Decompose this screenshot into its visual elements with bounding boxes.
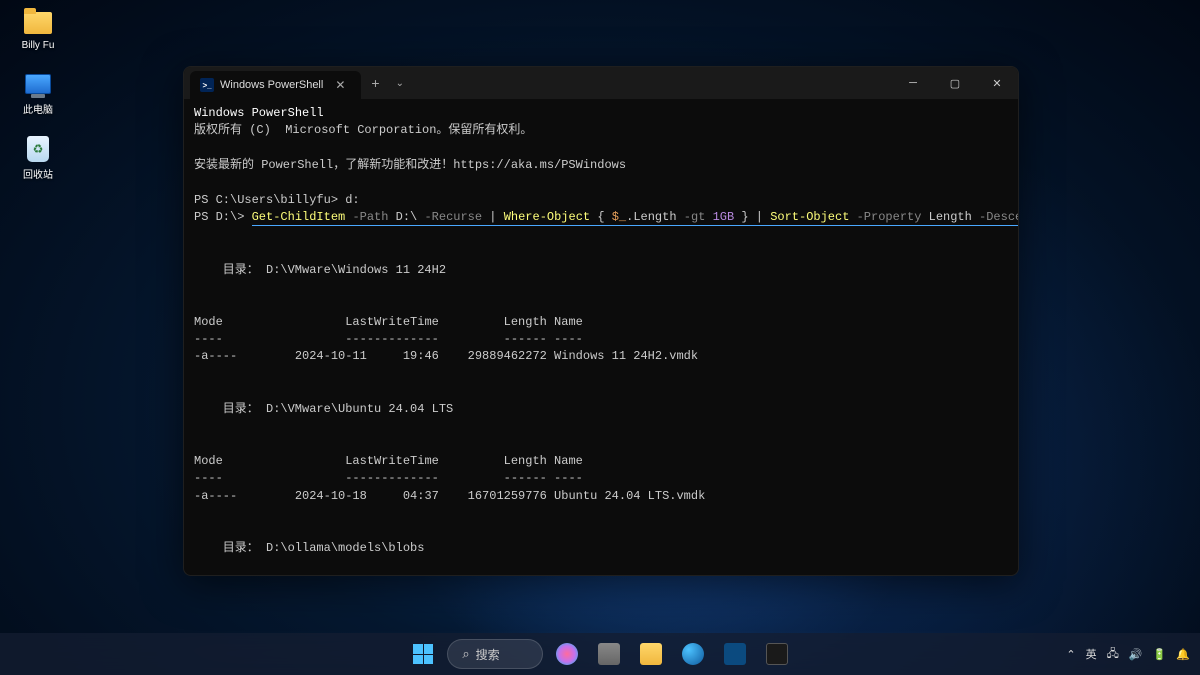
desktop-icon-folder[interactable]: Billy Fu	[8, 8, 68, 51]
task-view-button[interactable]	[591, 636, 627, 672]
desktop-icon-label: 回收站	[23, 166, 53, 181]
pc-icon	[25, 74, 51, 94]
battery-icon[interactable]: 🔋	[1153, 648, 1167, 661]
edge-button[interactable]	[675, 636, 711, 672]
network-icon[interactable]: 🖧	[1107, 645, 1119, 664]
system-tray: ⌃ 英 🖧 🔊 🔋 🔔	[1066, 645, 1190, 664]
desktop-icon-label: 此电脑	[23, 101, 53, 116]
notifications-icon[interactable]: 🔔	[1176, 648, 1190, 661]
file-explorer-button[interactable]	[633, 636, 669, 672]
minimize-button[interactable]: ─	[892, 67, 934, 99]
edge-icon	[682, 643, 704, 665]
tab-close-button[interactable]: ✕	[329, 78, 351, 92]
powershell-icon: >_	[200, 78, 214, 92]
tray-chevron[interactable]: ⌃	[1066, 648, 1075, 661]
start-button[interactable]	[405, 636, 441, 672]
task-view-icon	[598, 643, 620, 665]
ime-indicator[interactable]: 英	[1086, 646, 1097, 662]
desktop-icon-label: Billy Fu	[22, 40, 55, 51]
tab-powershell[interactable]: >_ Windows PowerShell ✕	[190, 71, 361, 99]
recycle-bin-icon	[27, 136, 49, 162]
terminal-window: >_ Windows PowerShell ✕ + ⌄ ─ ▢ ✕ Window…	[183, 66, 1019, 576]
taskbar: ⌕ 搜索 ⌃ 英 🖧 🔊 🔋 🔔	[0, 633, 1200, 675]
windows-icon	[413, 644, 433, 664]
explorer-icon	[640, 643, 662, 665]
store-button[interactable]	[717, 636, 753, 672]
terminal-icon	[766, 643, 788, 665]
copilot-button[interactable]	[549, 636, 585, 672]
desktop-icons: Billy Fu 此电脑 回收站	[8, 8, 68, 181]
tab-title: Windows PowerShell	[220, 79, 323, 91]
folder-icon	[24, 12, 52, 34]
search-icon: ⌕	[462, 646, 469, 662]
copilot-icon	[556, 643, 578, 665]
tab-dropdown-button[interactable]: ⌄	[390, 78, 410, 89]
terminal-taskbar-button[interactable]	[759, 636, 795, 672]
store-icon	[724, 643, 746, 665]
desktop-icon-recycle-bin[interactable]: 回收站	[8, 134, 68, 181]
titlebar[interactable]: >_ Windows PowerShell ✕ + ⌄ ─ ▢ ✕	[184, 67, 1018, 99]
new-tab-button[interactable]: +	[361, 75, 389, 91]
close-button[interactable]: ✕	[976, 67, 1018, 99]
desktop-icon-this-pc[interactable]: 此电脑	[8, 69, 68, 116]
terminal-body[interactable]: Windows PowerShell 版权所有 (C) Microsoft Co…	[184, 99, 1018, 575]
volume-icon[interactable]: 🔊	[1129, 648, 1143, 661]
taskbar-search[interactable]: ⌕ 搜索	[447, 639, 542, 669]
search-placeholder: 搜索	[476, 646, 528, 663]
maximize-button[interactable]: ▢	[934, 67, 976, 99]
